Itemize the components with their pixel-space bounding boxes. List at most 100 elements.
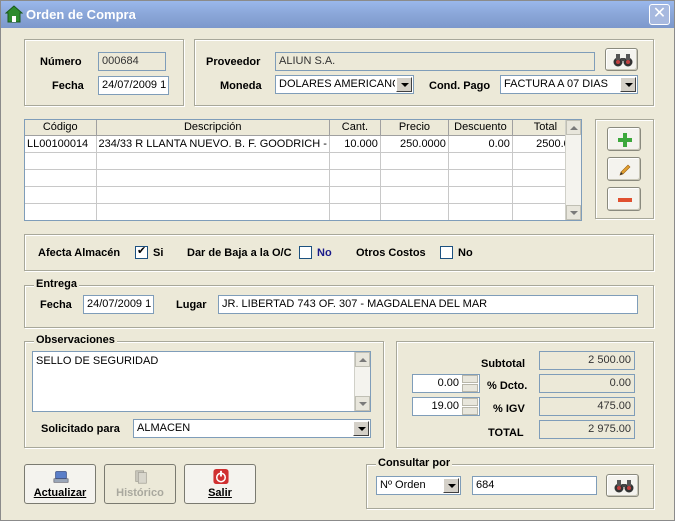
chevron-down-icon[interactable]: [443, 478, 459, 493]
moneda-label: Moneda: [220, 80, 262, 92]
spin-down-icon[interactable]: [462, 407, 478, 415]
items-grid[interactable]: Código Descripción Cant. Precio Descuent…: [24, 119, 582, 221]
scroll-down-icon[interactable]: [566, 205, 581, 220]
proveedor-field[interactable]: ALIUN S.A.: [275, 52, 595, 71]
table-row[interactable]: [25, 152, 579, 170]
fecha-field[interactable]: 24/07/2009 1: [98, 76, 169, 95]
consultar-type-select[interactable]: Nº Orden: [376, 476, 461, 495]
grid-scrollbar[interactable]: [565, 120, 581, 220]
column-header-codigo[interactable]: Código: [25, 120, 97, 136]
scroll-up-icon[interactable]: [355, 352, 370, 367]
dar-de-baja-checkbox[interactable]: [299, 246, 312, 259]
column-header-descuento[interactable]: Descuento: [448, 120, 513, 136]
afecta-almacen-checkbox[interactable]: [135, 244, 148, 259]
edit-item-button[interactable]: [607, 157, 641, 181]
cell-codigo[interactable]: [25, 203, 97, 220]
cell-cant[interactable]: [329, 186, 381, 204]
close-icon: ✕: [652, 5, 667, 22]
actualizar-button[interactable]: Actualizar: [24, 464, 96, 504]
cell-cant[interactable]: [329, 203, 381, 220]
historico-button[interactable]: Histórico: [104, 464, 176, 504]
binoculars-icon: [613, 54, 633, 67]
add-item-button[interactable]: [607, 127, 641, 151]
otros-costos-value: No: [458, 247, 473, 259]
table-row[interactable]: [25, 186, 579, 204]
refresh-icon: [53, 471, 69, 483]
spin-down-icon[interactable]: [462, 384, 478, 392]
search-order-button[interactable]: [606, 474, 639, 497]
spin-up-icon[interactable]: [462, 398, 478, 406]
cell-descripcion[interactable]: [96, 169, 330, 187]
scroll-down-icon[interactable]: [355, 396, 370, 411]
cell-descuento[interactable]: [448, 186, 513, 204]
cond-pago-select[interactable]: FACTURA A 07 DIAS: [500, 75, 638, 94]
cell-descripcion[interactable]: 234/33 R LLANTA NUEVO. B. F. GOODRICH -: [96, 135, 330, 153]
cond-pago-label: Cond. Pago: [429, 80, 491, 92]
cell-precio[interactable]: 250.0000: [380, 135, 449, 153]
cell-precio[interactable]: [380, 203, 449, 220]
lugar-field[interactable]: JR. LIBERTAD 743 OF. 307 - MAGDALENA DEL…: [218, 295, 638, 314]
scroll-up-icon[interactable]: [566, 120, 581, 135]
total-field: 2 975.00: [539, 420, 635, 439]
cell-codigo[interactable]: [25, 169, 97, 187]
close-button[interactable]: ✕: [649, 4, 670, 25]
solicitado-para-value: ALMACEN: [137, 422, 191, 434]
consultar-legend: Consultar por: [376, 457, 453, 469]
observaciones-scrollbar[interactable]: [354, 352, 370, 411]
search-supplier-button[interactable]: [605, 48, 638, 71]
cell-descuento[interactable]: [448, 169, 513, 187]
chevron-down-icon[interactable]: [396, 77, 412, 92]
subtotal-field: 2 500.00: [539, 351, 635, 370]
lugar-label: Lugar: [176, 299, 207, 311]
delete-item-button[interactable]: [607, 187, 641, 211]
table-row[interactable]: [25, 203, 579, 220]
order-id-panel: [24, 39, 184, 106]
cell-descripcion[interactable]: [96, 186, 330, 204]
cell-descripcion[interactable]: [96, 152, 330, 170]
cell-descuento[interactable]: 0.00: [448, 135, 513, 153]
cell-descripcion[interactable]: [96, 203, 330, 220]
cell-codigo[interactable]: [25, 186, 97, 204]
dcto-pct-spinner[interactable]: 0.00: [412, 374, 480, 393]
afecta-almacen-label: Afecta Almacén: [38, 247, 121, 259]
solicitado-para-select[interactable]: ALMACEN: [133, 419, 371, 438]
numero-field[interactable]: 000684: [98, 52, 166, 71]
window-title: Orden de Compra: [26, 7, 136, 22]
dar-de-baja-label: Dar de Baja a la O/C: [187, 247, 292, 259]
cell-precio[interactable]: [380, 186, 449, 204]
historico-label: Histórico: [116, 487, 164, 499]
proveedor-label: Proveedor: [206, 56, 261, 68]
column-header-descripcion[interactable]: Descripción: [96, 120, 330, 136]
chevron-down-icon[interactable]: [353, 421, 369, 436]
spin-up-icon[interactable]: [462, 375, 478, 383]
cell-descuento[interactable]: [448, 203, 513, 220]
table-row[interactable]: LL00100014 234/33 R LLANTA NUEVO. B. F. …: [25, 135, 579, 153]
purchase-order-window: Orden de Compra ✕ Número 000684 Fecha 24…: [0, 0, 675, 521]
entrega-fecha-field[interactable]: 24/07/2009 1: [83, 295, 154, 314]
cell-cant[interactable]: [329, 169, 381, 187]
consultar-query-field[interactable]: 684: [472, 476, 597, 495]
cell-codigo[interactable]: [25, 152, 97, 170]
column-header-precio[interactable]: Precio: [380, 120, 449, 136]
column-header-cant[interactable]: Cant.: [329, 120, 381, 136]
plus-icon: [618, 133, 632, 147]
salir-button[interactable]: Salir: [184, 464, 256, 504]
table-row[interactable]: [25, 169, 579, 187]
observaciones-textarea[interactable]: SELLO DE SEGURIDAD: [32, 351, 371, 412]
chevron-down-icon[interactable]: [620, 77, 636, 92]
cell-codigo[interactable]: LL00100014: [25, 135, 97, 153]
igv-pct-spinner[interactable]: 19.00: [412, 397, 480, 416]
solicitado-para-label: Solicitado para: [41, 423, 120, 435]
minus-icon: [618, 198, 632, 202]
moneda-select[interactable]: DOLARES AMERICANOS: [275, 75, 414, 94]
cell-cant[interactable]: 10.000: [329, 135, 381, 153]
power-icon: [213, 468, 229, 485]
dar-de-baja-value: No: [317, 247, 332, 259]
home-icon: [5, 5, 23, 23]
cell-precio[interactable]: [380, 152, 449, 170]
cell-descuento[interactable]: [448, 152, 513, 170]
cell-cant[interactable]: [329, 152, 381, 170]
otros-costos-label: Otros Costos: [356, 247, 426, 259]
cell-precio[interactable]: [380, 169, 449, 187]
otros-costos-checkbox[interactable]: [440, 246, 453, 259]
